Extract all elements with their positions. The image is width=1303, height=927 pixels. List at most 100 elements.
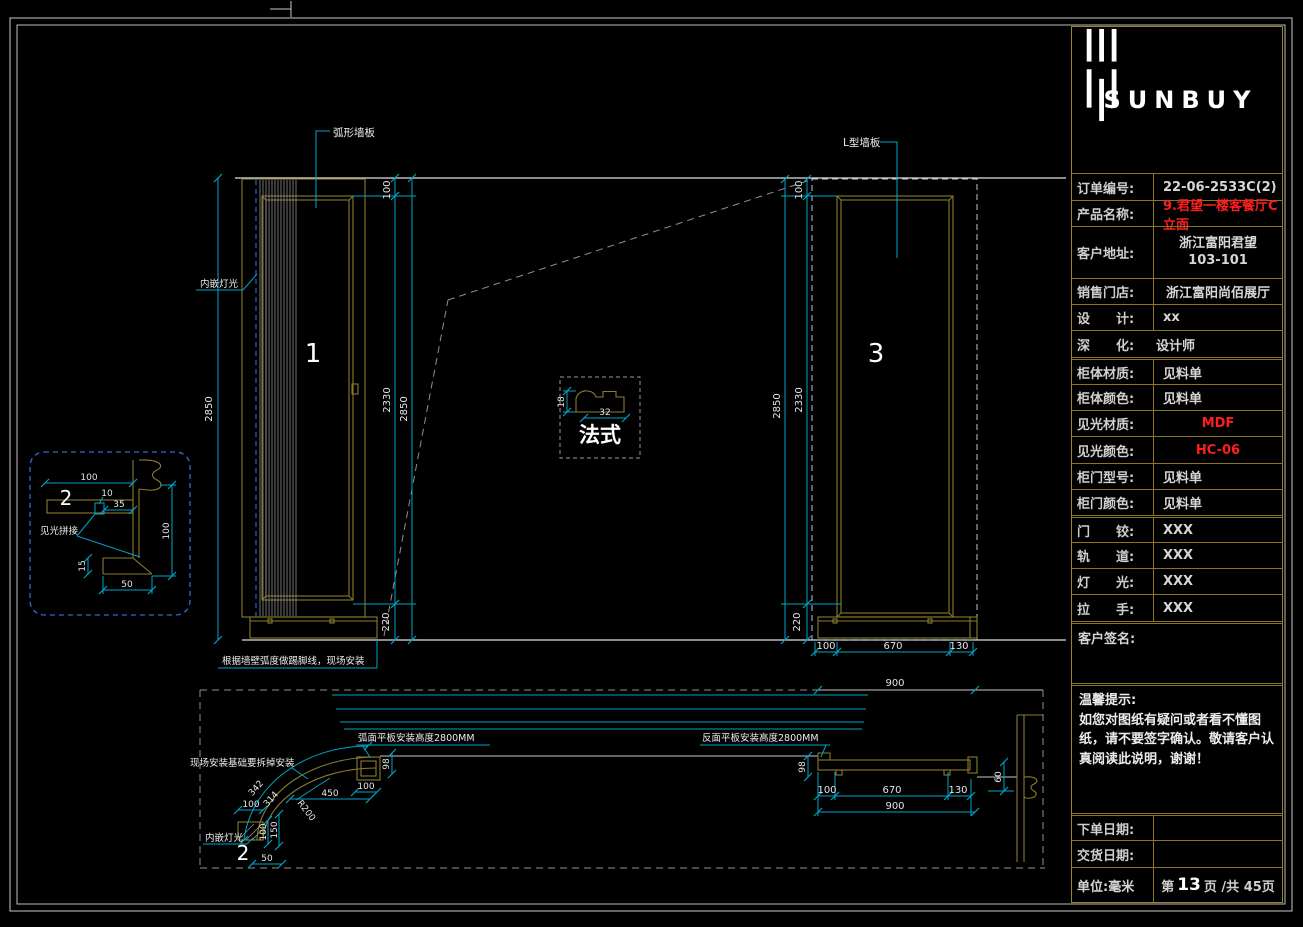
arc-panel-height-label: 弧面平板安装高度2800MM [358, 732, 475, 744]
signature-label: 客户签名: [1078, 632, 1135, 647]
panel-3-number: 3 [868, 339, 885, 369]
dim-cap-100: 100 [357, 782, 374, 792]
dim-100-base: 100 [816, 641, 835, 652]
row-value: XXX [1154, 543, 1282, 568]
baseboard-note: 根据墙壁弧度做踢脚线，现场安装 [222, 655, 365, 667]
section-dimension-ticks [234, 686, 1008, 868]
titleblock-row-product-name: 产品名称: 9.君望一楼客餐厅C立面 [1072, 200, 1282, 226]
corner-dim-35: 35 [113, 500, 124, 510]
row-label: 拉 手: [1072, 595, 1154, 621]
sunbuy-logo-icon [1072, 27, 1136, 123]
elevation-dimension-lines [218, 178, 973, 656]
corner-dim-50: 50 [121, 580, 133, 590]
dim-2850-left-2: 2850 [399, 396, 410, 421]
corner-dim-15: 15 [78, 560, 88, 571]
row-value: xx [1154, 305, 1282, 330]
corner-dim-100-top: 100 [80, 473, 97, 483]
row-label: 见光材质: [1072, 411, 1154, 436]
titleblock-row-visible-material: 见光材质: MDF [1072, 410, 1282, 436]
recessed-light-label: 内嵌灯光 [200, 278, 239, 290]
row-value: XXX [1154, 595, 1282, 621]
dim-2850-right: 2850 [772, 393, 783, 418]
corner-moulding-ornament [1024, 777, 1037, 798]
projection-lines [384, 180, 810, 636]
row-value: 见料单 [1154, 464, 1282, 489]
row-label: 门 铰: [1072, 518, 1154, 542]
corner-dim-10: 10 [101, 489, 113, 499]
section-panel-lines [332, 695, 868, 756]
dim-130-base: 130 [949, 641, 968, 652]
titleblock-row-order-date: 下单日期: [1072, 813, 1282, 840]
corner-detail-drawing [47, 460, 161, 574]
customer-signature-cell[interactable]: 客户签名: [1072, 621, 1282, 683]
panel-1-base [250, 617, 377, 638]
order-date-value[interactable] [1154, 816, 1282, 840]
row-value: HC-06 [1154, 437, 1282, 463]
page-number: 13 [1177, 875, 1201, 895]
titleblock-row-cabinet-color: 柜体颜色: 见料单 [1072, 384, 1282, 410]
section-wall-return [1017, 715, 1043, 862]
corner-dim-100-right: 100 [162, 522, 172, 539]
row-value: 见料单 [1154, 385, 1282, 410]
row-label: 柜门型号: [1072, 464, 1154, 489]
dim-670-base: 670 [883, 641, 902, 652]
dim-v-100: 100 [259, 823, 269, 840]
row-label: 轨 道: [1072, 543, 1154, 568]
delivery-date-value[interactable] [1154, 841, 1282, 867]
row-value: 9.君望一楼客餐厅C立面 [1154, 201, 1282, 226]
section-flat-panel-bar [818, 753, 1017, 777]
row-label: 深 化: [1072, 331, 1154, 357]
page-prefix: 第 [1161, 876, 1174, 895]
page-suffix: 页 /共 45页 [1204, 876, 1275, 895]
elevation-dimension-ticks [214, 174, 977, 656]
l-panel-label: L型墙板 [843, 136, 881, 149]
titleblock-footer: 单位:毫米 第 13 页 /共 45页 [1072, 867, 1282, 902]
corner-detail-box: 2 100 10 35 100 15 50 见光拼接 [30, 452, 190, 615]
dim-220-right: 220 [792, 612, 803, 631]
row-label: 客户地址: [1072, 227, 1154, 278]
seam-marker [95, 503, 104, 514]
titleblock-row-sales-store: 销售门店: 浙江富阳尚佰展厅 [1072, 278, 1282, 304]
notice-cell: 温馨提示: 如您对图纸有疑问或者看不懂图纸，请不要签字确认。敬请客户认真阅读此说… [1072, 683, 1282, 813]
dim-box-100: 100 [242, 800, 259, 810]
dim-220-left: 220 [381, 612, 392, 631]
titleblock-row-door-model: 柜门型号: 见料单 [1072, 463, 1282, 489]
titleblock-row-delivery-date: 交货日期: [1072, 840, 1282, 867]
titleblock-row-lighting: 灯 光: XXX [1072, 568, 1282, 594]
logo-cell: SUNBUY [1072, 27, 1282, 173]
unit-label: 单位:毫米 [1072, 868, 1154, 902]
elevation-leaders [196, 131, 897, 290]
dim-98-left: 98 [382, 758, 392, 770]
dim-row-100: 100 [817, 785, 836, 796]
titleblock-row-door-color: 柜门颜色: 见料单 [1072, 489, 1282, 515]
section-detail-number: 2 [237, 841, 250, 865]
seam-label: 见光拼接 [40, 525, 79, 537]
panel-1-number: 1 [305, 339, 322, 369]
panel-3-l-wall-panel [812, 179, 977, 640]
install-note: 现场安装基础要拆掉安装 [190, 757, 295, 769]
titleblock-row-handle: 拉 手: XXX [1072, 594, 1282, 621]
panel-1-curved-hatch [260, 180, 296, 616]
row-label: 设 计: [1072, 305, 1154, 330]
section-view: 900 现场安装基础要拆掉安装 弧面平板安装高度2800MM 反面平板安装高度2… [190, 678, 1045, 868]
elevation-view: 弧形墙板 L型墙板 内嵌灯光 1 3 2850 100 2330 220 285… [196, 126, 1066, 668]
dim-2330-right: 2330 [794, 387, 805, 412]
moulding-dim-18: 18 [557, 396, 567, 408]
dim-row-670: 670 [882, 785, 901, 796]
titleblock-row-track: 轨 道: XXX [1072, 542, 1282, 568]
row-value: MDF [1154, 411, 1282, 436]
dim-2850-left: 2850 [204, 396, 215, 421]
row-label: 柜体材质: [1072, 360, 1154, 384]
row-label: 灯 光: [1072, 569, 1154, 594]
panel-1-arc-wall-panel [242, 179, 377, 638]
row-label: 柜体颜色: [1072, 385, 1154, 410]
titleblock-row-detailer: 深 化: 设计师 [1072, 330, 1282, 357]
title-block: SUNBUY 订单编号: 22-06-2533C(2) 产品名称: 9.君望一楼… [1071, 26, 1283, 903]
row-value: 见料单 [1154, 490, 1282, 515]
titleblock-row-customer-address: 客户地址: 浙江富阳君望 103-101 [1072, 226, 1282, 278]
dim-450: 450 [321, 789, 338, 799]
titleblock-row-visible-color: 见光颜色: HC-06 [1072, 436, 1282, 463]
row-label: 柜门颜色: [1072, 490, 1154, 515]
row-value: XXX [1154, 569, 1282, 594]
row-label: 交货日期: [1072, 841, 1154, 867]
